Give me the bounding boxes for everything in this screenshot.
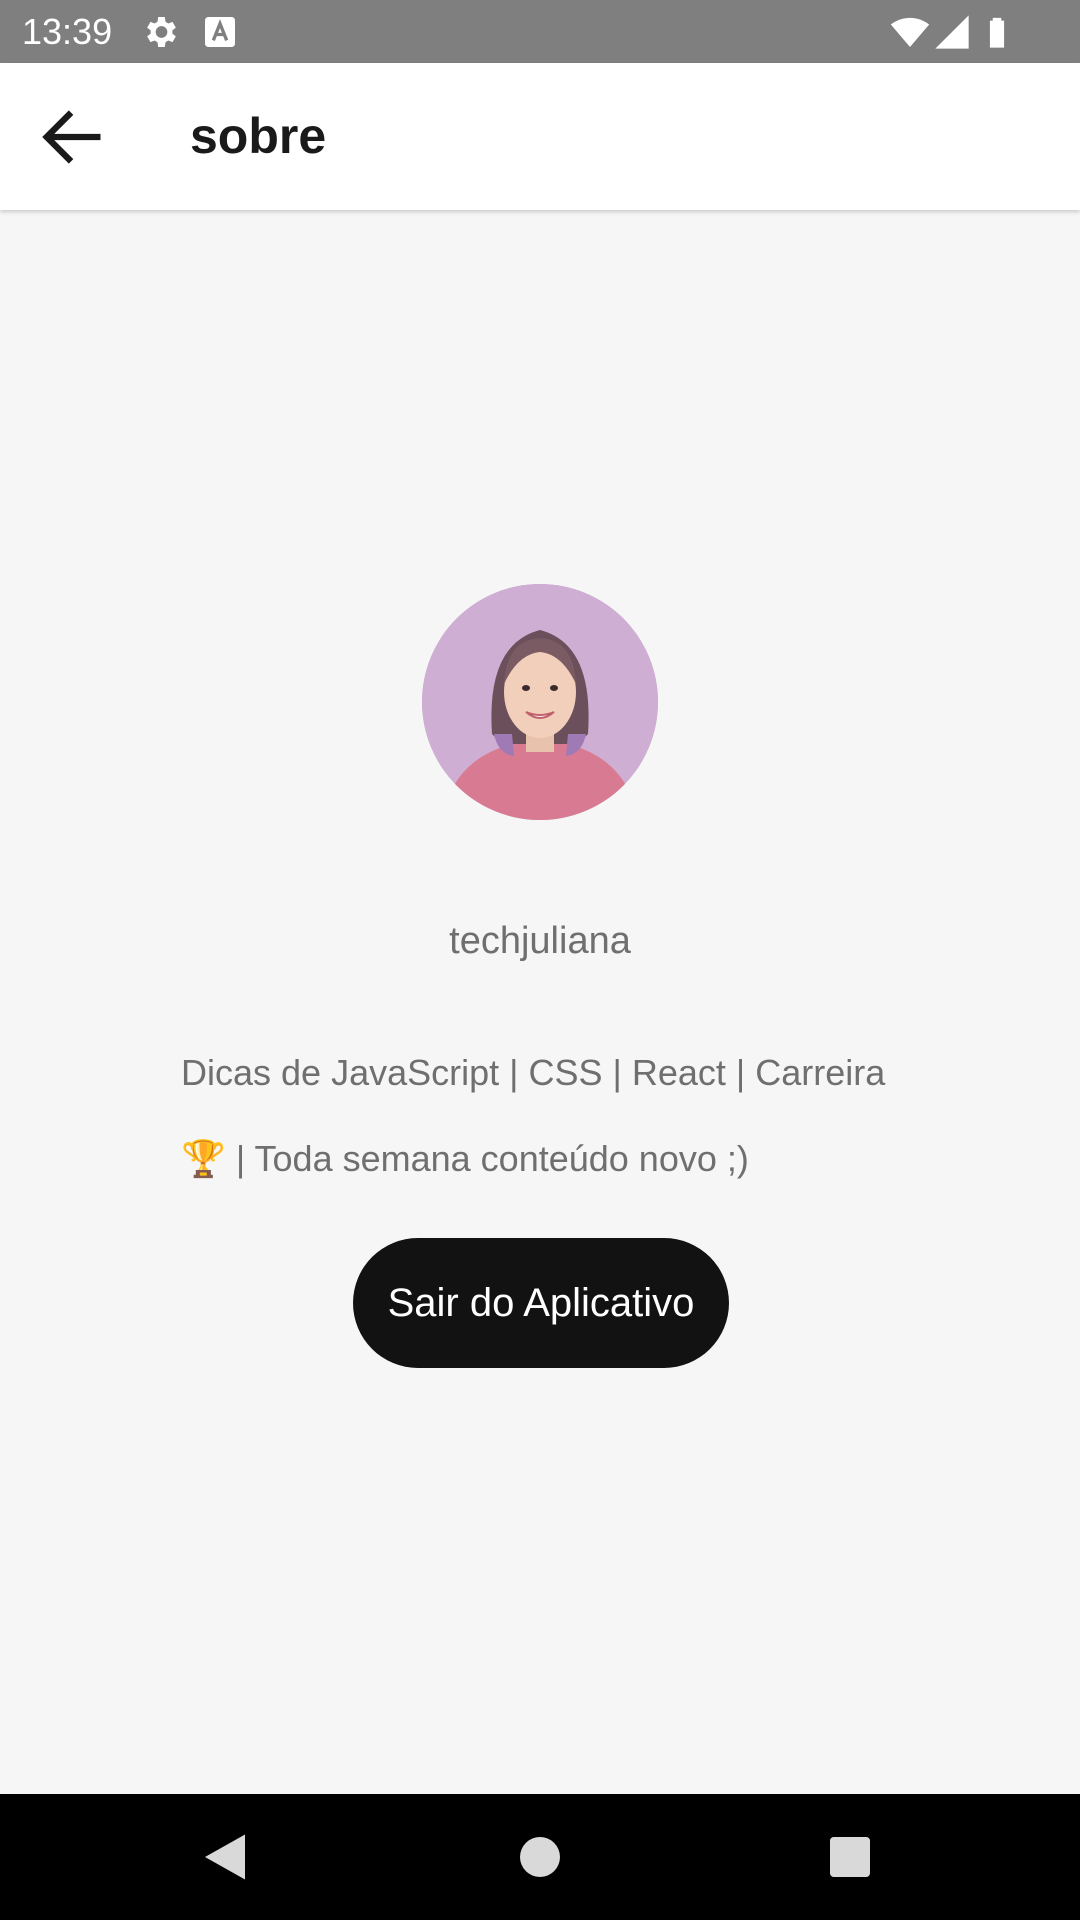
gear-icon [140,12,180,52]
about-content: techjuliana Dicas de JavaScript | CSS | … [0,210,1080,1794]
exit-app-button[interactable]: Sair do Aplicativo [353,1238,729,1368]
wifi-icon [888,12,932,52]
status-bar: 13:39 [0,0,1080,63]
avatar [422,584,658,820]
status-time: 13:39 [22,11,113,52]
a-notification-icon [200,12,240,52]
battery-icon [980,12,1014,52]
bio-line-1: Dicas de JavaScript | CSS | React | Carr… [181,1052,886,1093]
system-navigation-bar [0,1794,1080,1920]
back-triangle-icon[interactable] [195,1827,255,1887]
username: techjuliana [449,920,631,962]
back-button[interactable] [34,99,110,175]
page-title: sobre [190,108,327,164]
recents-square-icon[interactable] [820,1827,880,1887]
bio-line-2: 🏆 | Toda semana conteúdo novo ;) [181,1138,749,1179]
app-bar: sobre [0,63,1080,210]
signal-icon [932,12,972,52]
profile-photo [422,584,658,820]
home-circle-icon[interactable] [510,1827,570,1887]
arrow-left-icon [42,110,101,164]
